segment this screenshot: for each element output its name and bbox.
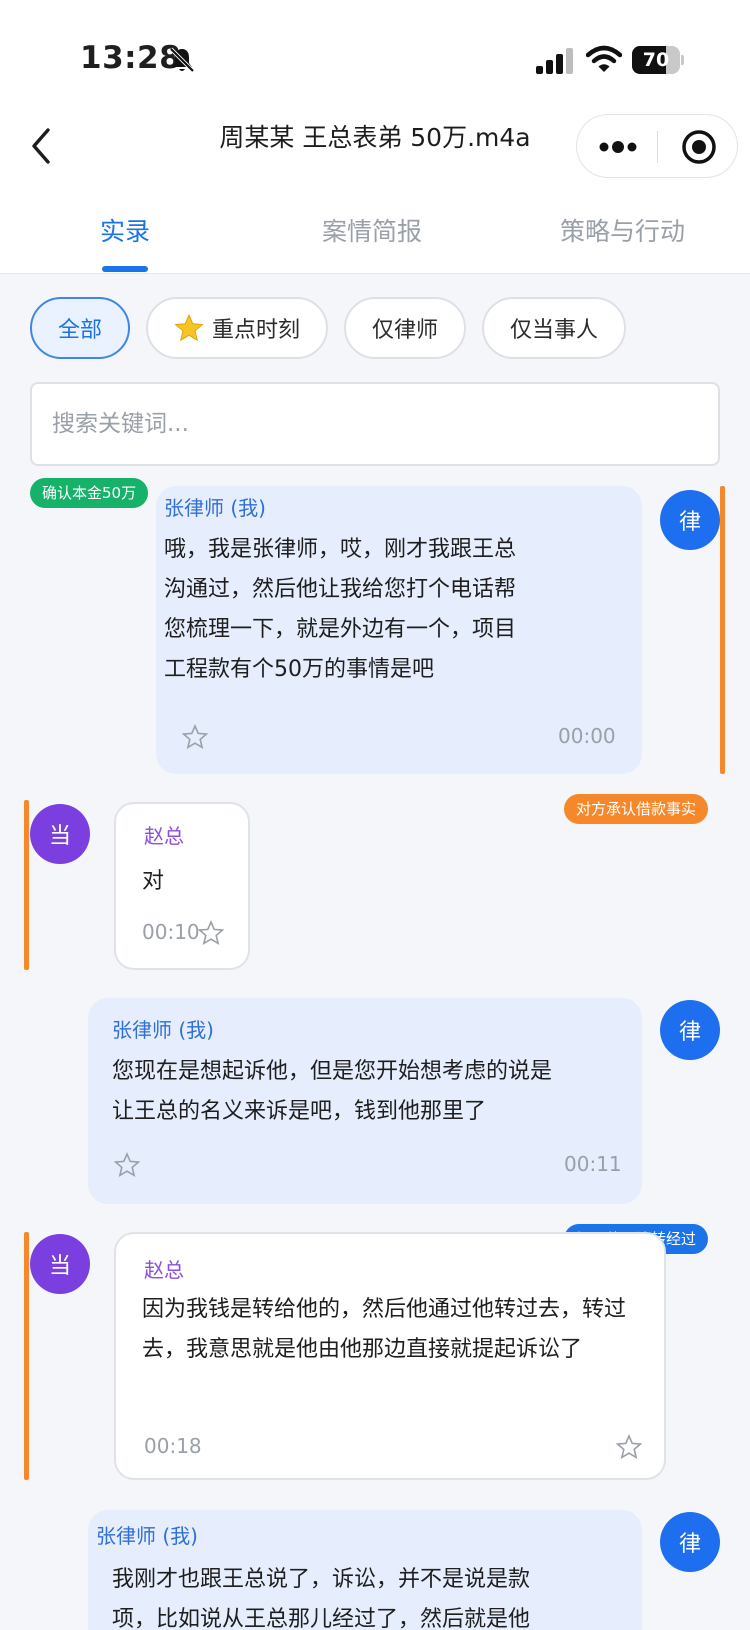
capsule-divider (657, 131, 658, 163)
message-bubble: 赵总 对 00:10 (114, 802, 250, 970)
message-bubble: 张律师 (我) 您现在是想起诉他，但是您开始想考虑的说是让王总的名义来诉是吧，钱… (88, 998, 642, 1204)
message-text: 我刚才也跟王总说了，诉讼，并不是说是款项，比如说从王总那儿经过了，然后就是他 (112, 1567, 531, 1630)
filter-client-only[interactable]: 仅当事人 (482, 297, 626, 359)
filter-lawyer-only-label: 仅律师 (371, 318, 438, 343)
avatar: 律 (660, 490, 720, 550)
highlight-bar (720, 486, 725, 774)
avatar: 律 (660, 1512, 720, 1572)
cellular-signal-icon (536, 48, 573, 74)
speaker-name: 张律师 (我) (164, 496, 266, 520)
message-bubble: 张律师 (我) 我刚才也跟王总说了，诉讼，并不是说是款项，比如说从王总那儿经过了… (88, 1510, 642, 1630)
star-icon (174, 313, 204, 342)
message-bubble: 张律师 (我) 哦，我是张律师，哎，刚才我跟王总沟通过，然后他让我给您打个电话帮… (156, 486, 642, 774)
mini-program-capsule (576, 114, 738, 178)
filter-key-moments-label: 重点时刻 (211, 318, 300, 343)
timestamp: 00:00 (558, 724, 616, 748)
filter-all-label: 全部 (57, 318, 102, 343)
wifi-icon (586, 45, 622, 72)
speaker-name: 张律师 (我) (96, 1524, 198, 1548)
speaker-name: 张律师 (我) (112, 1018, 214, 1042)
message-text: 哦，我是张律师，哎，刚才我跟王总沟通过，然后他让我给您打个电话帮您梳理一下，就是… (164, 537, 517, 682)
tab-strategy[interactable]: 策略与行动 (560, 212, 685, 248)
filter-client-only-label: 仅当事人 (509, 318, 598, 343)
key-moment-tag: 确认本金50万 (30, 478, 149, 508)
search-input[interactable] (30, 382, 720, 466)
tab-active-indicator (102, 266, 148, 272)
bell-muted-icon (169, 47, 195, 73)
status-time: 13:28 (80, 40, 182, 76)
avatar: 当 (30, 804, 90, 864)
back-chevron-icon[interactable] (26, 124, 60, 168)
filter-all[interactable]: 全部 (30, 297, 130, 359)
battery-level: 70 (642, 49, 670, 71)
speaker-name: 赵总 (144, 824, 184, 848)
highlight-bar (24, 800, 29, 970)
star-outline-icon[interactable] (198, 920, 224, 946)
speaker-name: 赵总 (144, 1258, 184, 1282)
avatar: 当 (30, 1234, 90, 1294)
close-target-icon[interactable] (679, 127, 719, 167)
message-text: 您现在是想起诉他，但是您开始想考虑的说是让王总的名义来诉是吧，钱到他那里了 (112, 1059, 553, 1124)
timestamp: 00:11 (564, 1152, 622, 1176)
battery-indicator: 70 (632, 46, 684, 74)
message-text: 因为我钱是转给他的，然后他通过他转过去，转过去，我意思就是他由他那边直接就提起诉… (142, 1297, 627, 1362)
file-title: 周某某 王总表弟 50万.m4a (219, 123, 531, 152)
avatar: 律 (660, 1000, 720, 1060)
more-dots-icon[interactable] (597, 133, 639, 161)
star-outline-icon[interactable] (182, 724, 208, 750)
message-bubble: 赵总 因为我钱是转给他的，然后他通过他转过去，转过去，我意思就是他由他那边直接就… (114, 1232, 666, 1480)
key-moment-tag: 对方承认借款事实 (564, 794, 709, 824)
star-outline-icon[interactable] (616, 1434, 642, 1460)
timestamp: 00:18 (144, 1434, 202, 1458)
tab-transcript[interactable]: 实录 (100, 212, 150, 248)
filter-lawyer-only[interactable]: 仅律师 (344, 297, 466, 359)
timestamp: 00:10 (142, 920, 200, 944)
tab-case-brief[interactable]: 案情简报 (322, 212, 422, 248)
message-text: 对 (142, 869, 165, 894)
star-outline-icon[interactable] (114, 1152, 140, 1178)
filter-key-moments[interactable]: 重点时刻 (146, 297, 328, 359)
highlight-bar (24, 1232, 29, 1480)
